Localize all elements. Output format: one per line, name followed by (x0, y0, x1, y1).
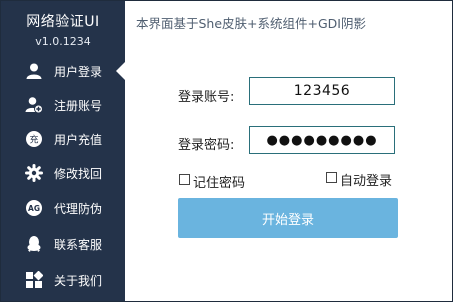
sidebar-item-about-us[interactable]: 关于我们 (1, 263, 125, 297)
sidebar-item-label: 代理防伪 (54, 202, 103, 216)
user-add-icon (25, 96, 43, 114)
password-input[interactable]: ●●●●●●●●● (249, 126, 395, 154)
account-input[interactable]: 123456 (249, 77, 395, 105)
sidebar-item-contact-support[interactable]: 联系客服 (1, 227, 125, 261)
auto-login-checkbox[interactable] (326, 172, 337, 183)
app-title: 网络验证UI (26, 14, 100, 30)
account-label: 登录账号: (178, 90, 235, 105)
sidebar-item-register[interactable]: 注册账号 (1, 88, 125, 122)
sidebar-item-label: 注册账号 (54, 99, 103, 113)
remember-password-checkbox[interactable] (179, 174, 190, 185)
auto-login-label: 自动登录 (340, 174, 393, 189)
app-version: v1.0.1234 (35, 35, 91, 48)
sidebar-item-label: 联系客服 (54, 238, 103, 252)
login-button[interactable]: 开始登录 (178, 198, 398, 238)
svg-text:充: 充 (29, 134, 38, 146)
user-icon (25, 62, 43, 80)
qq-penguin-icon (25, 235, 43, 253)
remember-password-label: 记住密码 (193, 176, 246, 191)
password-label: 登录密码: (178, 138, 235, 153)
svg-text:AG: AG (28, 204, 40, 213)
sidebar-item-modify-recover[interactable]: 修改找回 (1, 156, 125, 190)
sidebar: 网络验证UI v1.0.1234 用户登录 注册账号 充 用户充值 修改找回 A… (1, 1, 126, 301)
sidebar-item-recharge[interactable]: 充 用户充值 (1, 122, 125, 156)
recharge-icon: 充 (25, 130, 43, 148)
gear-icon (25, 164, 43, 182)
sidebar-item-user-login[interactable]: 用户登录 (1, 54, 126, 88)
apps-grid-icon (25, 270, 44, 289)
sidebar-item-label: 关于我们 (54, 274, 103, 288)
sidebar-item-label: 用户登录 (54, 65, 103, 79)
sidebar-item-label: 修改找回 (54, 167, 103, 181)
sidebar-item-agent-anticounterfeit[interactable]: AG 代理防伪 (1, 191, 125, 225)
login-window: 网络验证UI v1.0.1234 用户登录 注册账号 充 用户充值 修改找回 A… (0, 0, 453, 302)
header-description: 本界面基于She皮肤+系统组件+GDI阴影 (136, 16, 366, 31)
sidebar-item-label: 用户充值 (54, 133, 103, 147)
ag-badge-icon: AG (25, 199, 43, 217)
